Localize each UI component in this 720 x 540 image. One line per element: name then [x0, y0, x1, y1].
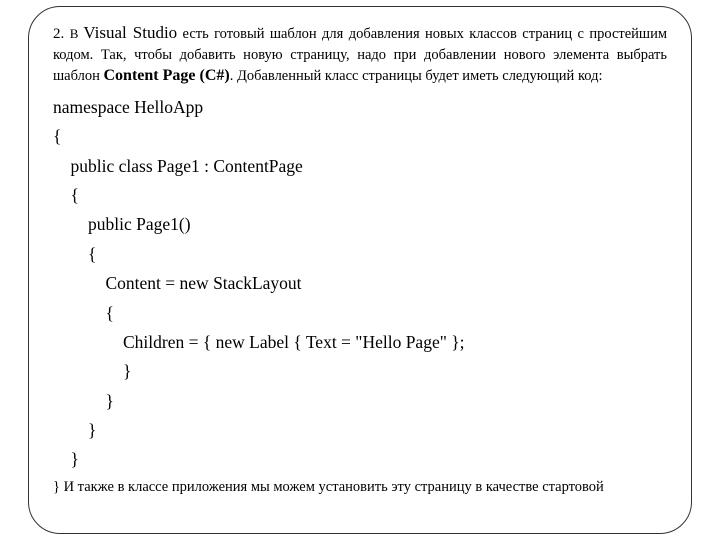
template-name: Content Page (C#) — [104, 67, 230, 84]
item-number: 2. — [53, 26, 70, 42]
intro-text-2: . Добавленный класс страницы будет иметь… — [230, 68, 603, 84]
code-line: { — [53, 122, 667, 151]
code-line: } — [53, 387, 667, 416]
code-line: public class Page1 : ContentPage — [53, 152, 667, 181]
code-line: } — [53, 416, 667, 445]
code-line: } — [53, 445, 667, 474]
intro-v: В — [70, 26, 84, 41]
code-line: { — [53, 299, 667, 328]
code-line: { — [53, 240, 667, 269]
document-frame: 2. В Visual Studio есть готовый шаблон д… — [28, 6, 692, 534]
visual-studio-name: Visual Studio — [83, 23, 177, 42]
code-block: namespace HelloApp { public class Page1 … — [53, 93, 667, 475]
code-line: } — [53, 357, 667, 386]
code-line: public Page1() — [53, 210, 667, 239]
code-line: Content = new StackLayout — [53, 269, 667, 298]
outro-paragraph: } И также в классе приложения мы можем у… — [53, 477, 667, 497]
intro-paragraph: 2. В Visual Studio есть готовый шаблон д… — [53, 21, 667, 87]
code-line: namespace HelloApp — [53, 93, 667, 122]
code-line: { — [53, 181, 667, 210]
code-line: Children = { new Label { Text = "Hello P… — [53, 328, 667, 357]
